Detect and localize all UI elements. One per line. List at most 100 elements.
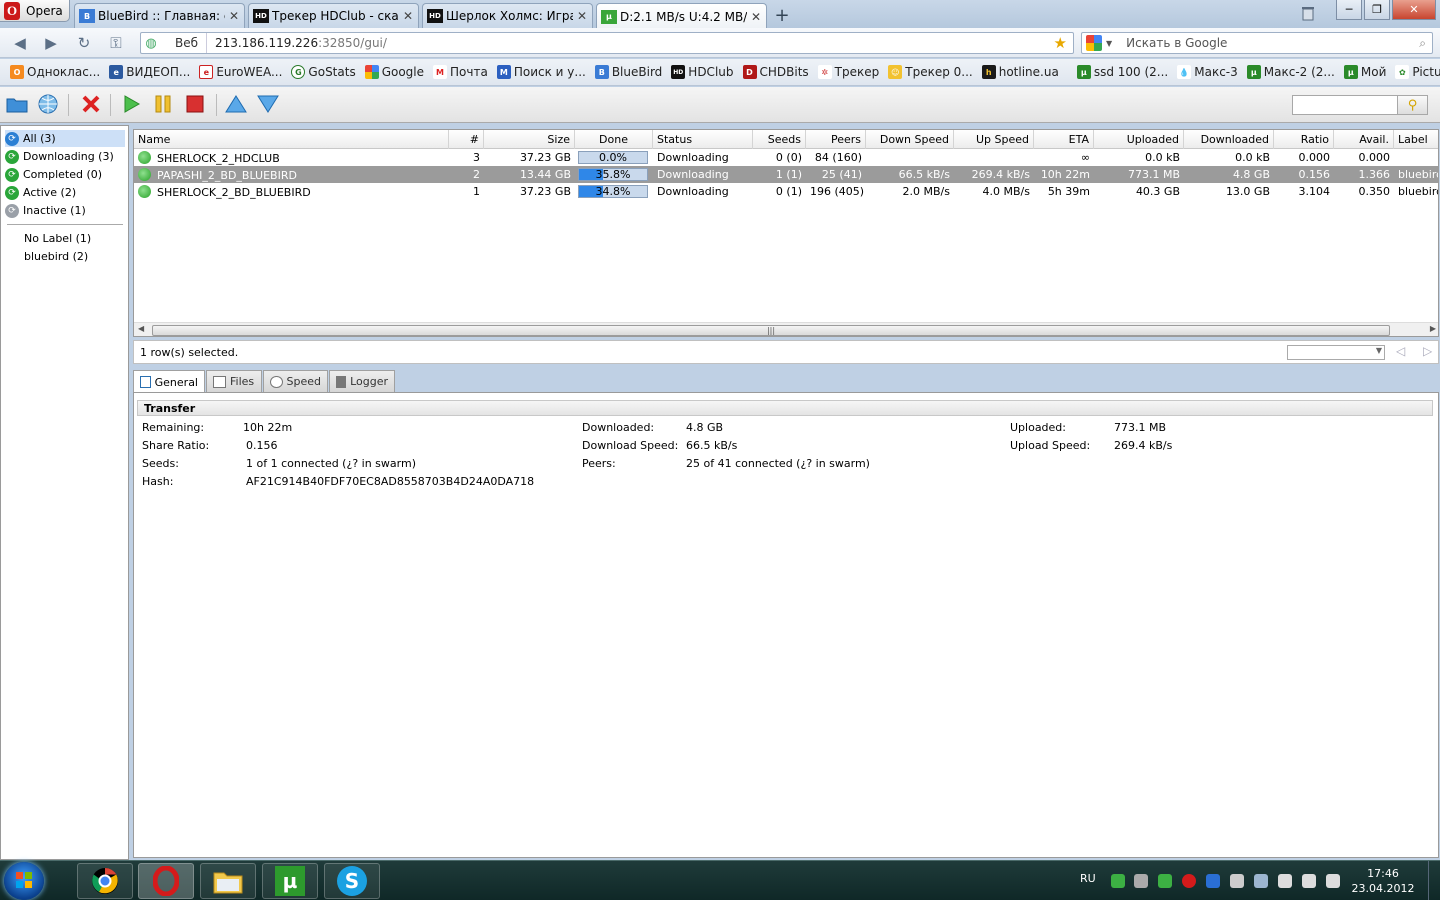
add-torrent-icon[interactable] — [5, 93, 29, 115]
close-icon[interactable]: ✕ — [576, 9, 588, 23]
tray-check-icon[interactable] — [1111, 874, 1125, 888]
explorer-taskbar-button[interactable] — [200, 863, 256, 899]
skype-taskbar-button[interactable]: S — [324, 863, 380, 899]
column-header-peers[interactable]: Peers — [806, 130, 866, 149]
prev-page-icon[interactable]: ◁ — [1396, 344, 1405, 358]
start-button[interactable] — [4, 862, 44, 900]
browser-tab-active[interactable]: µ D:2.1 MB/s U:4.2 MB/s ... ✕ — [596, 3, 767, 29]
show-desktop-button[interactable] — [1428, 861, 1440, 900]
add-url-icon[interactable] — [36, 93, 60, 115]
browser-tab[interactable]: HD Шерлок Холмс: Игра ... ✕ — [422, 3, 593, 28]
back-arrow-icon[interactable]: ◀ — [10, 34, 30, 52]
language-indicator[interactable]: RU — [1080, 872, 1096, 885]
bookmark-item[interactable]: M Почта — [433, 65, 488, 79]
move-down-icon[interactable] — [256, 93, 280, 115]
bookmark-item[interactable]: G GoStats — [291, 65, 356, 79]
column-header-name[interactable]: Name — [134, 130, 449, 149]
bookmark-item[interactable]: О Одноклас... — [10, 65, 100, 79]
category-active[interactable]: ⟳ Active (2) — [5, 184, 76, 201]
browser-tab[interactable]: HD Трекер HDClub - скач... ✕ — [248, 3, 419, 28]
bookmark-item[interactable]: e ВИДЕОП... — [109, 65, 190, 79]
next-page-icon[interactable]: ▷ — [1423, 344, 1432, 358]
tray-usb-icon[interactable] — [1254, 874, 1268, 888]
key-icon[interactable]: ⚿ — [106, 34, 126, 52]
minimize-button[interactable]: ─ — [1336, 0, 1362, 20]
column-header-done[interactable]: Done — [575, 130, 653, 149]
page-select[interactable]: ▼ — [1287, 345, 1385, 360]
column-header-downloaded[interactable]: Downloaded — [1184, 130, 1274, 149]
tab-logger[interactable]: Logger — [329, 370, 395, 392]
bookmark-item[interactable]: h hotline.ua — [981, 65, 1059, 79]
bookmark-item[interactable]: ✿PictureSh... — [1395, 65, 1440, 79]
scroll-left-icon[interactable]: ◀ — [138, 324, 144, 333]
trash-icon[interactable] — [1300, 5, 1316, 21]
column-header-avail[interactable]: Avail. — [1334, 130, 1394, 149]
category-all[interactable]: ⟳ All (3) — [5, 130, 125, 147]
opera-taskbar-button[interactable] — [138, 863, 194, 899]
bookmark-item[interactable]: Google — [364, 65, 424, 79]
horizontal-scrollbar[interactable]: ◀ ||| ▶ — [134, 322, 1438, 336]
stop-icon[interactable] — [183, 93, 207, 115]
close-icon[interactable]: ✕ — [402, 9, 414, 23]
close-icon[interactable]: ✕ — [228, 9, 240, 23]
column-header-up-speed[interactable]: Up Speed — [954, 130, 1034, 149]
new-tab-button[interactable]: + — [771, 5, 793, 26]
column-header-number[interactable]: # — [449, 130, 484, 149]
chevron-down-icon[interactable]: ▼ — [1106, 39, 1112, 48]
tray-display-icon[interactable] — [1302, 874, 1316, 888]
search-icon[interactable]: ⚲ — [1398, 95, 1428, 115]
scroll-right-icon[interactable]: ▶ — [1430, 324, 1436, 333]
column-header-seeds[interactable]: Seeds — [753, 130, 806, 149]
bookmark-item[interactable]: 💧 Макс-3 — [1177, 65, 1238, 79]
clock[interactable]: 17:46 23.04.2012 — [1348, 866, 1418, 896]
bookmark-item[interactable]: B BlueBird — [594, 65, 662, 79]
tray-network-off-icon[interactable] — [1134, 874, 1148, 888]
utorrent-taskbar-button[interactable]: µ — [262, 863, 318, 899]
address-bar[interactable]: ◍ Веб 213.186.119.226:32850/gui/ ★ — [140, 32, 1074, 54]
tray-security-icon[interactable] — [1158, 874, 1172, 888]
pause-icon[interactable] — [151, 93, 175, 115]
chrome-taskbar-button[interactable] — [77, 863, 133, 899]
bluetooth-icon[interactable] — [1206, 874, 1220, 888]
label-bluebird[interactable]: bluebird (2) — [24, 250, 88, 263]
bookmark-item[interactable]: M Поиск и у... — [496, 65, 586, 79]
torrent-row[interactable]: SHERLOCK_2_HDCLUB 3 37.23 GB 0.0% Downloadin… — [134, 149, 1438, 166]
maximize-button[interactable]: ❐ — [1364, 0, 1390, 20]
bookmark-item[interactable]: ✲ Трекер — [817, 65, 879, 79]
bookmark-item[interactable]: D CHDBits — [742, 65, 809, 79]
column-header-status[interactable]: Status — [653, 130, 753, 149]
address-url[interactable]: 213.186.119.226:32850/gui/ — [207, 36, 387, 50]
torrent-row-selected[interactable]: PAPASHI_2_BD_BLUEBIRD 2 13.44 GB 35.8% Downl… — [134, 166, 1438, 183]
bookmark-item[interactable]: ☺ Трекер 0... — [888, 65, 973, 79]
torrent-search-input[interactable] — [1292, 95, 1398, 115]
move-up-icon[interactable] — [224, 93, 248, 115]
bookmark-item[interactable]: µ Мой — [1343, 65, 1386, 79]
category-completed[interactable]: ⟳ Completed (0) — [5, 166, 102, 183]
bookmark-item[interactable]: µ Макс-2 (2... — [1246, 65, 1335, 79]
tray-device-icon[interactable] — [1278, 874, 1292, 888]
column-header-down-speed[interactable]: Down Speed — [866, 130, 954, 149]
opera-menu-button[interactable]: O Opera — [0, 0, 70, 22]
bookmark-star-icon[interactable]: ★ — [1054, 34, 1067, 52]
torrent-row[interactable]: SHERLOCK_2_BD_BLUEBIRD 1 37.23 GB 34.8% Down… — [134, 183, 1438, 200]
bookmark-item[interactable]: e EuroWEA... — [199, 65, 282, 79]
start-icon[interactable] — [119, 93, 143, 115]
tab-files[interactable]: Files — [206, 370, 262, 392]
column-header-uploaded[interactable]: Uploaded — [1094, 130, 1184, 149]
category-downloading[interactable]: ⟳ Downloading (3) — [5, 148, 114, 165]
volume-icon[interactable] — [1326, 874, 1340, 888]
browser-tab[interactable]: B BlueBird :: Главная: ск... ✕ — [74, 3, 245, 28]
tray-opera-icon[interactable] — [1182, 874, 1196, 888]
column-header-eta[interactable]: ETA — [1034, 130, 1094, 149]
tab-speed[interactable]: Speed — [263, 370, 328, 392]
column-header-size[interactable]: Size — [484, 130, 575, 149]
remove-icon[interactable] — [79, 93, 103, 115]
column-header-label[interactable]: Label — [1394, 130, 1438, 149]
close-icon[interactable]: ✕ — [750, 10, 762, 24]
search-box[interactable]: ▼ Искать в Google ⌕ — [1081, 32, 1433, 54]
scrollbar-thumb[interactable]: ||| — [152, 325, 1390, 336]
tray-flag-icon[interactable] — [1230, 874, 1244, 888]
category-inactive[interactable]: ⟳ Inactive (1) — [5, 202, 86, 219]
label-no-label[interactable]: No Label (1) — [24, 232, 91, 245]
search-icon[interactable]: ⌕ — [1419, 36, 1426, 51]
